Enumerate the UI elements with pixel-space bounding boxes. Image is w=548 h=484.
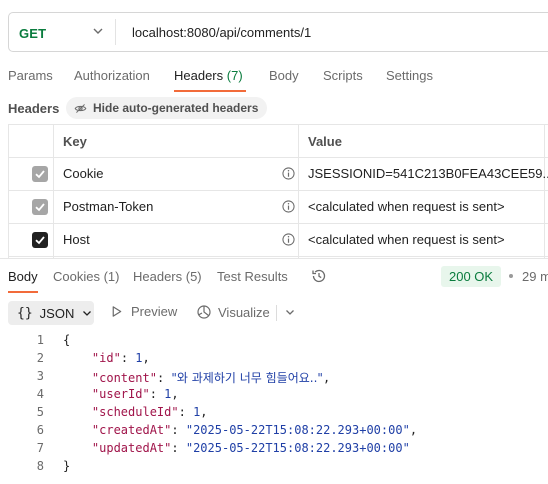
line-number: 6 [36, 423, 44, 437]
line-number: 4 [36, 387, 44, 401]
history-icon[interactable] [311, 268, 327, 284]
json-line: "content": "와 과제하기 너무 힘들어요..", [91, 371, 331, 385]
line-number: 2 [36, 351, 44, 365]
response-tab-cookies[interactable]: Cookies (1) [53, 269, 119, 284]
url-separator [115, 19, 116, 45]
json-line: "createdAt": "2025-05-22T15:08:22.293+00… [91, 423, 418, 437]
format-select[interactable]: {} JSON [8, 301, 94, 325]
response-divider[interactable] [0, 258, 548, 259]
checkmark-icon [35, 203, 45, 212]
tab-scripts[interactable]: Scripts [323, 68, 363, 83]
hide-auto-headers-button[interactable]: Hide auto-generated headers [66, 97, 268, 119]
json-key: "userId" [91, 387, 150, 401]
active-tab-indicator [174, 90, 246, 92]
hide-auto-headers-label: Hide auto-generated headers [93, 101, 259, 115]
response-tab-test-results[interactable]: Test Results [217, 269, 288, 284]
chevron-down-icon[interactable] [284, 306, 296, 318]
json-line: "userId": 1, [91, 387, 179, 401]
eye-slash-icon [74, 103, 87, 113]
header-row-checkbox[interactable] [32, 166, 48, 182]
status-badge: 200 OK [441, 266, 502, 287]
tab-headers-label: Headers [174, 68, 224, 83]
json-value: "2025-05-22T15:08:22.293+00:00" [185, 441, 410, 455]
json-value: "와 과제하기 너무 힘들어요.." [171, 371, 323, 385]
headers-section-label: Headers [8, 101, 60, 116]
line-number: 8 [36, 459, 44, 473]
line-number: 1 [36, 333, 44, 347]
method-select[interactable]: GET [19, 26, 46, 41]
json-key: "id" [91, 351, 121, 365]
tab-settings[interactable]: Settings [386, 68, 433, 83]
json-key: "updatedAt" [91, 441, 172, 455]
response-active-tab-indicator [8, 291, 38, 293]
json-value: "2025-05-22T15:08:22.293+00:00" [185, 423, 410, 437]
toolbar-separator [276, 305, 277, 321]
chevron-down-icon[interactable] [91, 24, 105, 38]
json-close-brace: } [63, 459, 71, 473]
preview-button[interactable]: Preview [110, 304, 177, 319]
headers-table: Key Value Cookie JSESSIONID=541C213B0FEA… [8, 124, 548, 258]
format-label: JSON [39, 305, 75, 321]
header-row-checkbox[interactable] [32, 199, 48, 215]
header-value-cell[interactable]: <calculated when request is sent> [308, 199, 505, 214]
info-icon[interactable] [282, 200, 295, 213]
chevron-down-icon [83, 311, 92, 316]
json-key: "content" [91, 371, 157, 385]
column-header-key: Key [63, 134, 87, 149]
checkmark-icon [35, 236, 45, 245]
response-tab-body[interactable]: Body [8, 269, 38, 284]
url-input[interactable]: localhost:8080/api/comments/1 [132, 25, 311, 40]
tab-headers-count: (7) [226, 68, 243, 83]
play-icon [112, 306, 122, 317]
header-key-cell[interactable]: Cookie [63, 166, 103, 181]
url-bar: GET localhost:8080/api/comments/1 [8, 12, 548, 52]
line-number: 3 [36, 369, 44, 383]
header-value-cell[interactable]: JSESSIONID=541C213B0FEA43CEE59... [308, 166, 548, 181]
checkmark-icon [35, 170, 45, 179]
json-open-brace: { [63, 333, 71, 347]
json-line: "updatedAt": "2025-05-22T15:08:22.293+00… [91, 441, 410, 455]
header-key-cell[interactable]: Host [63, 232, 90, 247]
preview-label: Preview [131, 304, 178, 319]
header-value-cell[interactable]: <calculated when request is sent> [308, 232, 505, 247]
tab-headers[interactable]: Headers (7) [174, 68, 243, 83]
column-header-value: Value [308, 134, 342, 149]
header-key-cell[interactable]: Postman-Token [63, 199, 153, 214]
line-number: 5 [36, 405, 44, 419]
response-tab-headers[interactable]: Headers (5) [133, 269, 202, 284]
tab-authorization[interactable]: Authorization [74, 68, 150, 83]
json-value: 1 [135, 351, 143, 365]
info-icon[interactable] [282, 233, 295, 246]
json-key: "scheduleId" [91, 405, 179, 419]
response-time: 29 m [522, 269, 548, 284]
visualize-icon [197, 305, 211, 319]
tab-params[interactable]: Params [8, 68, 53, 83]
status-separator-dot [509, 274, 513, 278]
visualize-label: Visualize [218, 304, 270, 320]
braces-icon: {} [17, 305, 33, 321]
json-line: "id": 1, [91, 351, 150, 365]
tab-body[interactable]: Body [269, 68, 299, 83]
line-number: 7 [36, 441, 44, 455]
info-icon[interactable] [282, 167, 295, 180]
json-key: "createdAt" [91, 423, 172, 437]
json-line: "scheduleId": 1, [91, 405, 208, 419]
header-row-checkbox[interactable] [32, 232, 48, 248]
visualize-button[interactable]: Visualize [196, 304, 270, 320]
